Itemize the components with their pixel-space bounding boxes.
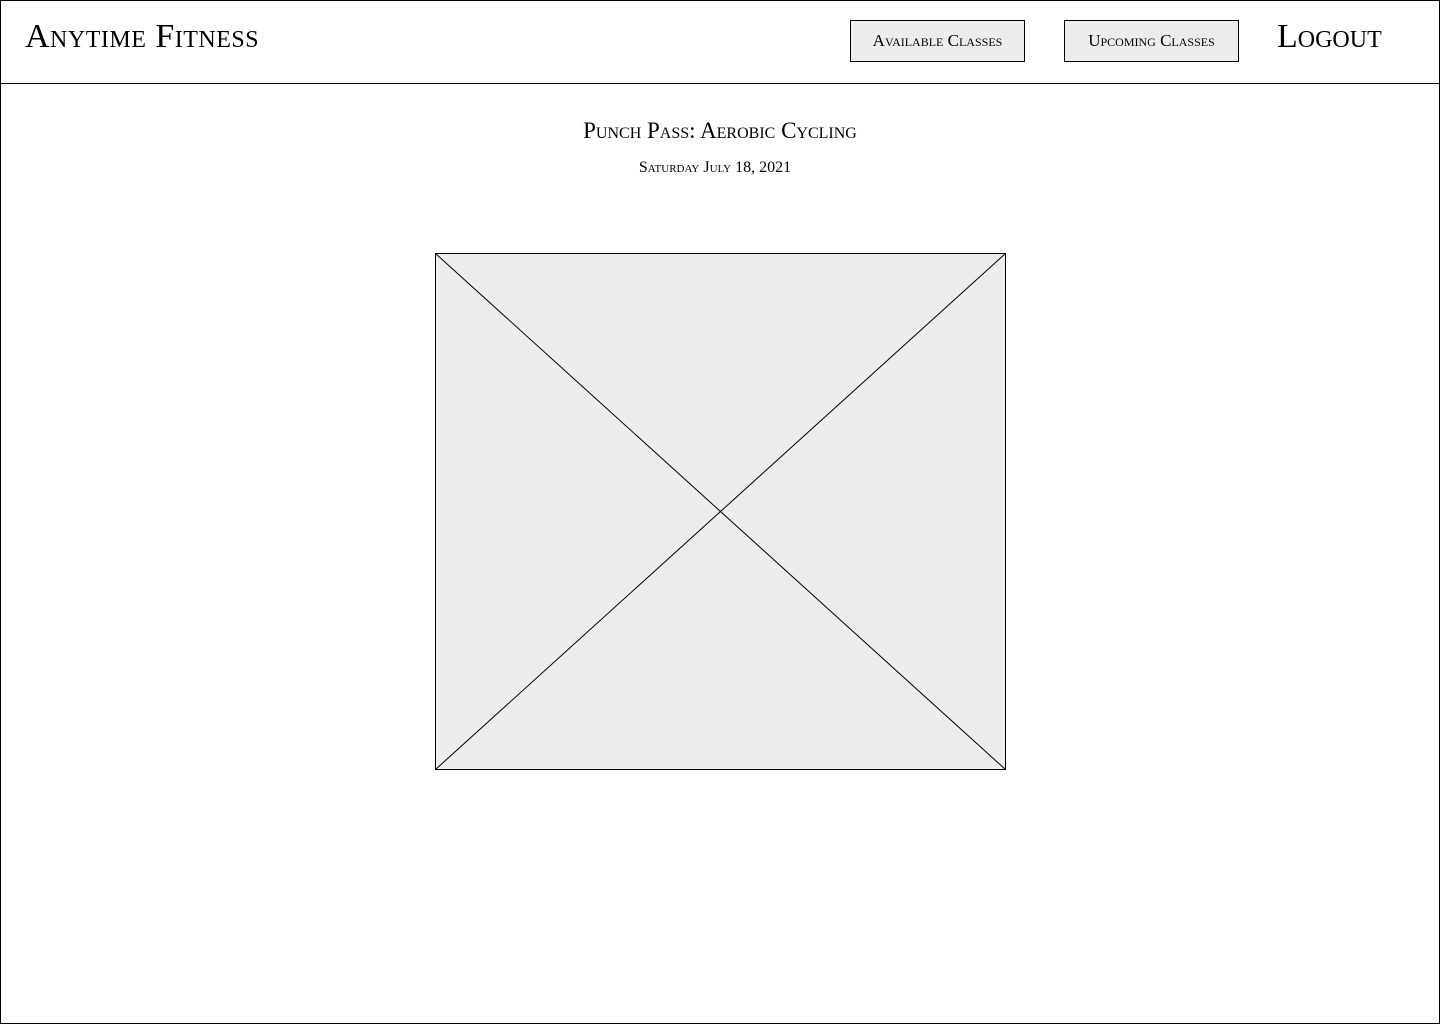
brand-logo[interactable]: Anytime Fitness xyxy=(25,17,259,57)
page-frame: Anytime Fitness Available Classes Upcomi… xyxy=(0,0,1440,1024)
logout-link[interactable]: Logout xyxy=(1277,17,1382,57)
available-classes-button[interactable]: Available Classes xyxy=(850,20,1025,62)
image-placeholder-icon xyxy=(435,253,1006,770)
top-header: Anytime Fitness Available Classes Upcomi… xyxy=(1,1,1439,84)
page-title: Punch Pass: Aerobic Cycling xyxy=(583,118,857,143)
upcoming-classes-button[interactable]: Upcoming Classes xyxy=(1064,20,1239,62)
class-date: Saturday July 18, 2021 xyxy=(638,159,792,176)
